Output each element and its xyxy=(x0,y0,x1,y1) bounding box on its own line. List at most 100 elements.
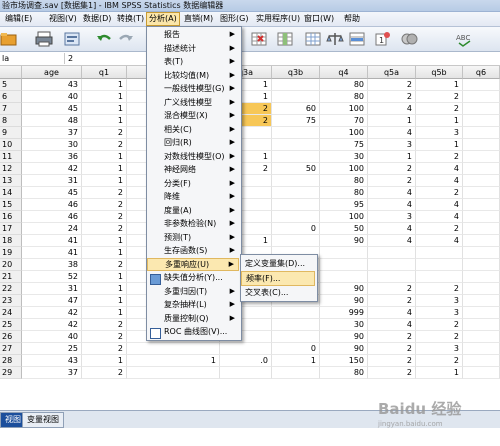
row-header[interactable]: 28 xyxy=(0,355,22,367)
data-cell[interactable]: 3 xyxy=(416,343,463,355)
row-header[interactable]: 23 xyxy=(0,295,22,307)
column-header[interactable]: q6 xyxy=(463,66,500,79)
data-cell[interactable] xyxy=(463,235,500,247)
analyze-menu-item[interactable]: 广义线性模型 ▶ xyxy=(147,96,239,110)
data-cell[interactable] xyxy=(272,307,320,319)
data-cell[interactable]: 2 xyxy=(416,223,463,235)
data-cell[interactable] xyxy=(272,91,320,103)
dialog-recall-icon[interactable] xyxy=(63,30,81,48)
data-cell[interactable]: 2 xyxy=(82,259,127,271)
data-cell[interactable]: 1 xyxy=(82,355,127,367)
data-cell[interactable]: 42 xyxy=(22,307,82,319)
data-cell[interactable]: 100 xyxy=(320,103,368,115)
row-header[interactable]: 18 xyxy=(0,235,22,247)
data-cell[interactable] xyxy=(463,91,500,103)
data-cell[interactable]: 37 xyxy=(22,127,82,139)
open-folder-icon[interactable] xyxy=(0,30,18,48)
data-cell[interactable]: 2 xyxy=(368,355,416,367)
analyze-menu-item[interactable]: 缺失值分析(Y)... xyxy=(147,271,239,285)
data-cell[interactable] xyxy=(463,151,500,163)
undo-icon[interactable] xyxy=(95,30,113,48)
column-header[interactable]: q4 xyxy=(320,66,368,79)
menu-analyze[interactable]: 分析(A) xyxy=(146,12,180,26)
menu-transform[interactable]: 转换(T) xyxy=(115,12,146,26)
data-cell[interactable]: 1 xyxy=(272,355,320,367)
data-cell[interactable]: 2 xyxy=(82,343,127,355)
data-cell[interactable]: 43 xyxy=(22,79,82,91)
data-cell[interactable] xyxy=(463,247,500,259)
data-cell[interactable]: 1 xyxy=(416,115,463,127)
use-variable-sets-icon[interactable] xyxy=(400,30,418,48)
data-cell[interactable]: 2 xyxy=(82,127,127,139)
data-cell[interactable] xyxy=(368,247,416,259)
grid-corner[interactable] xyxy=(0,66,22,79)
analyze-menu-item[interactable]: ROC 曲线图(V)... xyxy=(147,325,239,339)
multiple-response-menu-item[interactable]: 定义变量集(D)... xyxy=(241,256,315,271)
row-header[interactable]: 20 xyxy=(0,259,22,271)
data-cell[interactable]: 41 xyxy=(22,235,82,247)
data-cell[interactable] xyxy=(463,343,500,355)
data-cell[interactable] xyxy=(272,151,320,163)
multiple-response-menu-item[interactable]: 交叉表(C)... xyxy=(241,285,315,300)
menu-window[interactable]: 窗口(W) xyxy=(302,12,336,26)
data-cell[interactable]: 2 xyxy=(368,367,416,379)
analyze-menu-item[interactable]: 比较均值(M) ▶ xyxy=(147,69,239,83)
data-cell[interactable] xyxy=(416,247,463,259)
data-cell[interactable]: 3 xyxy=(368,211,416,223)
data-cell[interactable]: 1 xyxy=(127,355,220,367)
data-cell[interactable]: 1 xyxy=(82,175,127,187)
data-cell[interactable] xyxy=(320,247,368,259)
data-cell[interactable] xyxy=(272,175,320,187)
data-cell[interactable] xyxy=(463,271,500,283)
insert-variable-icon[interactable] xyxy=(276,30,294,48)
data-cell[interactable] xyxy=(272,211,320,223)
data-cell[interactable]: 45 xyxy=(22,103,82,115)
data-cell[interactable] xyxy=(416,259,463,271)
analyze-menu-item[interactable]: 非参数检验(N) ▶ xyxy=(147,217,239,231)
data-cell[interactable]: 4 xyxy=(416,199,463,211)
column-header[interactable]: q5b xyxy=(416,66,463,79)
analyze-menu-item[interactable]: 复杂抽样(L) ▶ xyxy=(147,298,239,312)
data-cell[interactable]: 3 xyxy=(416,127,463,139)
data-cell[interactable]: 1 xyxy=(368,151,416,163)
data-cell[interactable] xyxy=(463,319,500,331)
print-icon[interactable] xyxy=(35,30,53,48)
data-cell[interactable]: 2 xyxy=(82,139,127,151)
data-cell[interactable]: 4 xyxy=(368,103,416,115)
menu-edit[interactable]: 编辑(E) xyxy=(3,12,34,26)
data-cell[interactable] xyxy=(463,175,500,187)
row-header[interactable]: 15 xyxy=(0,199,22,211)
data-cell[interactable]: 1 xyxy=(82,163,127,175)
data-cell[interactable]: 2 xyxy=(368,343,416,355)
analyze-menu-item[interactable]: 混合模型(X) ▶ xyxy=(147,109,239,123)
data-cell[interactable]: 80 xyxy=(320,79,368,91)
data-cell[interactable]: 2 xyxy=(368,163,416,175)
data-cell[interactable]: 52 xyxy=(22,271,82,283)
analyze-menu-item[interactable]: 度量(A) ▶ xyxy=(147,204,239,218)
data-cell[interactable]: 2 xyxy=(416,355,463,367)
row-header[interactable]: 9 xyxy=(0,127,22,139)
data-cell[interactable]: 95 xyxy=(320,199,368,211)
menu-view[interactable]: 视图(V) xyxy=(47,12,79,26)
data-cell[interactable] xyxy=(416,271,463,283)
data-cell[interactable]: 70 xyxy=(320,115,368,127)
row-header[interactable]: 22 xyxy=(0,283,22,295)
data-cell[interactable]: 2 xyxy=(82,187,127,199)
data-cell[interactable]: 38 xyxy=(22,259,82,271)
data-cell[interactable]: 90 xyxy=(320,343,368,355)
data-cell[interactable]: 2 xyxy=(368,295,416,307)
data-cell[interactable]: 1 xyxy=(82,235,127,247)
row-header[interactable]: 5 xyxy=(0,79,22,91)
data-cell[interactable] xyxy=(368,271,416,283)
data-cell[interactable] xyxy=(463,79,500,91)
data-cell[interactable]: 2 xyxy=(368,283,416,295)
data-cell[interactable]: 43 xyxy=(22,355,82,367)
data-cell[interactable]: 1 xyxy=(416,139,463,151)
row-header[interactable]: 11 xyxy=(0,151,22,163)
data-cell[interactable]: 4 xyxy=(416,163,463,175)
data-cell[interactable] xyxy=(320,259,368,271)
data-cell[interactable]: 47 xyxy=(22,295,82,307)
data-cell[interactable] xyxy=(272,319,320,331)
select-cases-icon[interactable] xyxy=(348,30,366,48)
analyze-menu-item[interactable]: 多重归因(T) ▶ xyxy=(147,285,239,299)
